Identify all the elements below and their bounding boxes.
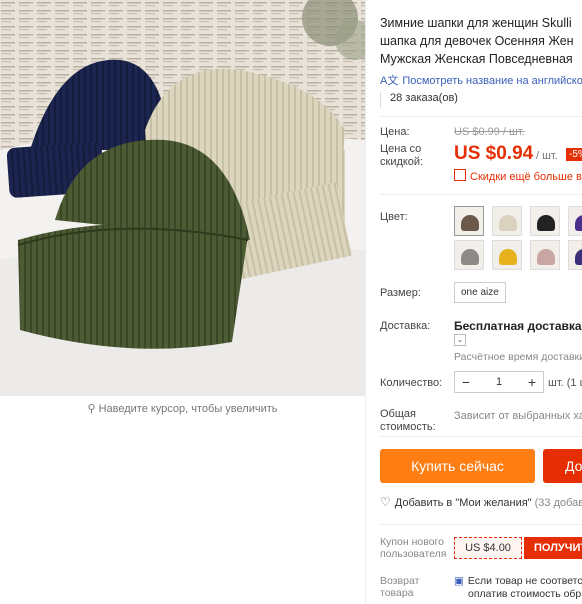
color-swatch[interactable] [568,240,582,270]
quantity-unit: шт. (1 ш [548,377,582,389]
quantity-label: Количество: [380,377,443,389]
label-line: стоимость: [380,421,436,433]
color-swatch[interactable] [530,206,560,236]
decrease-quantity-button[interactable]: − [455,372,477,392]
return-label: Возврат товара [380,575,419,599]
label-line: пользователя [380,548,447,560]
magnifier-icon: ⚲ [87,403,96,415]
panel-divider [365,0,366,604]
original-price: US $0.99 / шт. [454,126,525,138]
label-line: Общая [380,408,416,420]
discount-price: US $0.94 [454,143,534,164]
product-gallery: ⚲ Наведите курсор, чтобы увеличить [0,0,365,604]
shield-icon: ▣ [454,575,464,587]
shipping-label: Доставка: [380,320,431,332]
discount-price-label: Цена со скидкой: [380,143,423,169]
size-option-button[interactable]: one aize [454,282,506,303]
return-line: оплатив стоимость обр [468,588,582,600]
color-swatch[interactable] [568,206,582,236]
label-line: скидкой: [380,156,424,168]
delivery-time: Расчётное время доставки [454,351,582,363]
wishlist-count: (33 добав [534,497,582,509]
translate-icon: A文 [380,75,399,87]
coupon-amount: US $4.00 [454,537,522,559]
label-line: товара [380,587,414,599]
total-value: Зависит от выбранных хар [454,410,582,422]
shipping-dropdown-icon[interactable]: ⌄ [454,334,466,346]
color-swatch[interactable] [454,240,484,270]
shipping-method: Бесплатная доставка в R [454,319,582,333]
title-line: шапка для девочек Осенняя Жен [380,34,574,48]
product-main-image[interactable] [0,0,365,396]
add-to-cart-button[interactable]: До [543,449,582,483]
title-line: Зимние шапки для женщин Skulli [380,16,572,30]
get-coupon-button[interactable]: ПОЛУЧИТЬ [524,537,582,559]
color-swatch[interactable] [530,240,560,270]
color-swatch[interactable] [492,240,522,270]
increase-quantity-button[interactable]: + [521,372,543,392]
orders-divider [380,92,381,108]
promo-link[interactable]: Скидки ещё больше в п [454,169,582,183]
divider [380,524,582,525]
translate-link-text: Посмотреть название на английско [402,75,582,87]
color-label: Цвет: [380,211,408,223]
return-policy: ▣ Если товар не соответст оплатив стоимос… [454,575,582,601]
quantity-input[interactable]: 1 [477,372,521,392]
total-label: Общая стоимость: [380,408,436,434]
divider [380,116,582,117]
buy-now-button[interactable]: Купить сейчас [380,449,535,483]
heart-icon: ♡ [380,495,391,509]
color-swatch[interactable] [454,206,484,236]
label-line: Возврат [380,575,420,587]
promo-text: Скидки ещё больше в п [470,171,582,183]
size-label: Размер: [380,287,421,299]
label-line: Купон нового [380,536,444,548]
new-user-coupon-label: Купон нового пользователя [380,536,447,560]
wishlist-text: Добавить в "Мои желания" [394,497,532,509]
discount-badge: -5% [566,148,582,161]
color-swatch[interactable] [492,206,522,236]
orders-count: 28 заказа(ов) [390,92,458,104]
divider [380,436,582,437]
translate-title-link[interactable]: A文 Посмотреть название на английско [380,72,582,88]
qr-code-icon [454,169,466,181]
label-line: Цена со [380,143,422,155]
price-label: Цена: [380,126,410,138]
product-info: Зимние шапки для женщин Skulli шапка для… [380,0,582,604]
price-unit: / шт. [536,150,558,162]
add-to-wishlist[interactable]: ♡ Добавить в "Мои желания" (33 добав [380,495,582,509]
return-line: Если товар не соответст [467,575,582,587]
quantity-stepper: − 1 + [454,371,544,393]
title-line: Мужская Женская Повседневная [380,52,573,66]
product-title: Зимние шапки для женщин Skulli шапка для… [380,14,582,68]
divider [380,194,582,195]
zoom-hint-text: Наведите курсор, чтобы увеличить [98,403,278,415]
zoom-hint: ⚲ Наведите курсор, чтобы увеличить [0,402,365,415]
